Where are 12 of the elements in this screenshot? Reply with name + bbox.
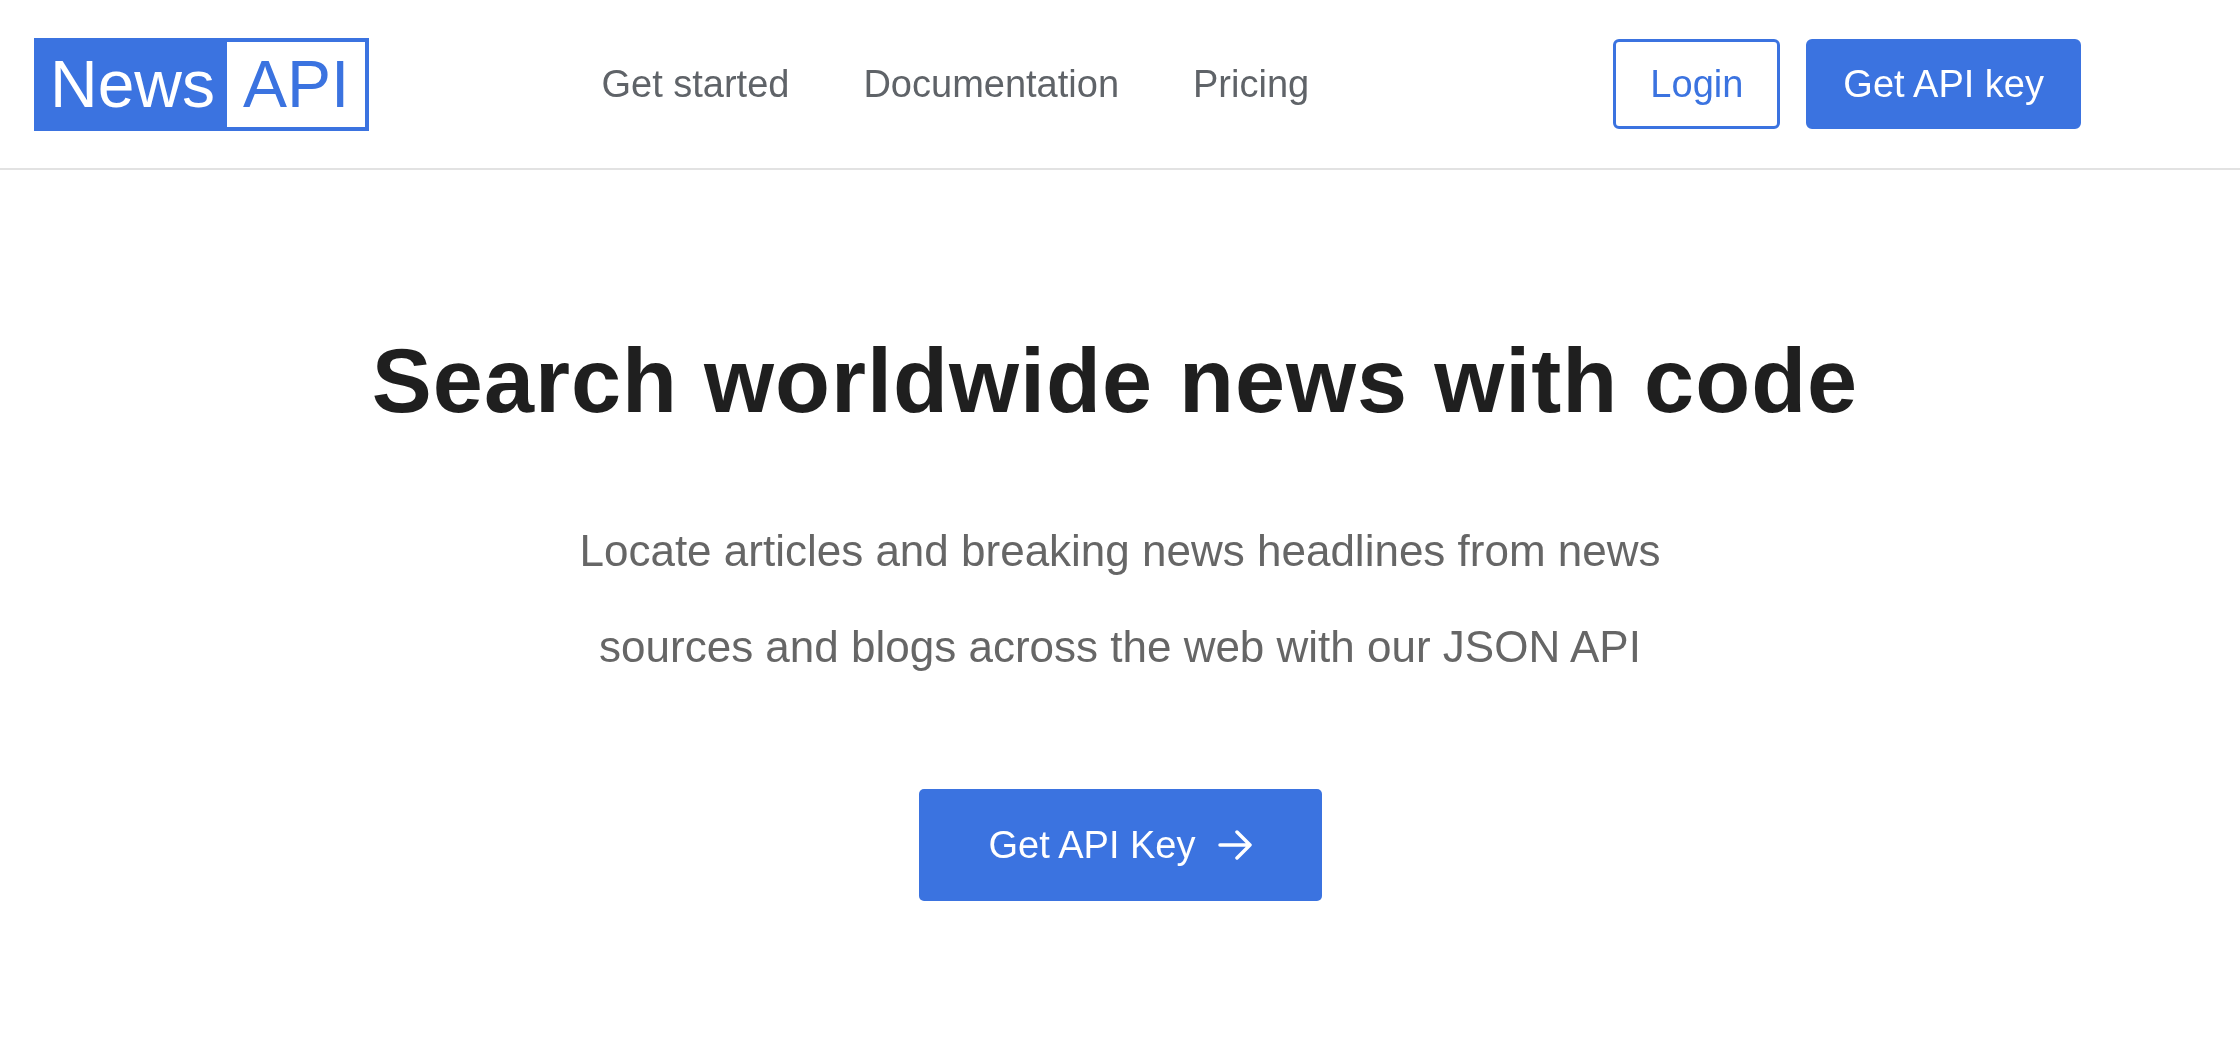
logo-boxed-word: API (227, 41, 366, 127)
logo-word: News (50, 46, 217, 122)
nav-link[interactable]: Pricing (1193, 62, 1310, 106)
arrow-right-icon (1217, 830, 1252, 860)
hero-title: Search worldwide news with code (371, 330, 1859, 433)
login-button[interactable]: Login (1613, 39, 1781, 129)
cta-button[interactable]: Get API Key (918, 789, 1322, 901)
nav-link[interactable]: Get started (601, 62, 790, 106)
get-api-key-button[interactable]: Get API key (1806, 39, 2081, 129)
hero-subtitle: Locate articles and breaking news headlines from news sources and blogs across the web with our JSON API (578, 525, 1662, 673)
news-api-logo[interactable]: News API (34, 37, 370, 131)
nav-link[interactable]: Documentation (863, 62, 1119, 106)
